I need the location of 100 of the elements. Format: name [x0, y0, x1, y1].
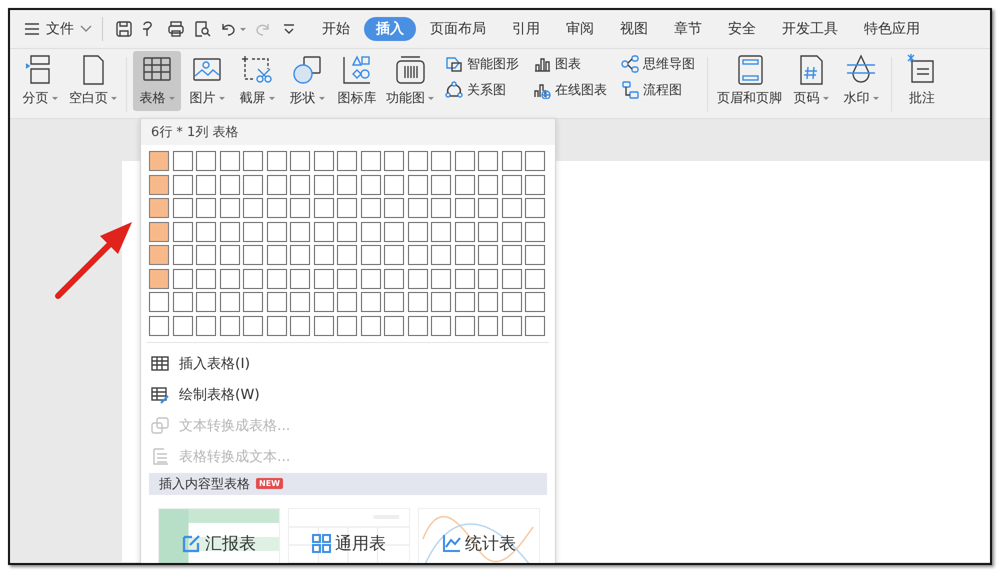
grid-cell[interactable] — [525, 268, 545, 288]
ribbon-button[interactable]: 空白页 — [66, 51, 120, 111]
grid-cell[interactable] — [149, 268, 169, 288]
grid-cell[interactable] — [478, 292, 498, 312]
grid-cell[interactable] — [243, 245, 263, 265]
grid-cell[interactable] — [149, 245, 169, 265]
grid-cell[interactable] — [384, 316, 404, 336]
grid-cell[interactable] — [243, 316, 263, 336]
ribbon-button[interactable]: 图标库 — [333, 51, 381, 111]
grid-cell[interactable] — [220, 316, 240, 336]
menu-item[interactable]: 绘制表格(W) — [141, 380, 555, 410]
grid-cell[interactable] — [266, 292, 286, 312]
grid-cell[interactable] — [172, 174, 192, 194]
grid-cell[interactable] — [196, 198, 216, 218]
grid-cell[interactable] — [454, 245, 474, 265]
grid-cell[interactable] — [525, 222, 545, 242]
grid-cell[interactable] — [431, 151, 451, 171]
ribbon-button[interactable]: 截屏 — [233, 51, 281, 111]
grid-cell[interactable] — [408, 151, 428, 171]
grid-cell[interactable] — [220, 174, 240, 194]
grid-cell[interactable] — [196, 222, 216, 242]
grid-cell[interactable] — [384, 292, 404, 312]
grid-cell[interactable] — [502, 245, 522, 265]
ribbon-button[interactable]: 图表 — [533, 55, 607, 73]
grid-cell[interactable] — [384, 222, 404, 242]
grid-cell[interactable] — [149, 316, 169, 336]
grid-cell[interactable] — [172, 222, 192, 242]
grid-cell[interactable] — [454, 198, 474, 218]
ribbon-button[interactable]: 页眉和页脚 — [714, 51, 785, 111]
template-card[interactable]: 统计表 — [418, 508, 540, 563]
grid-cell[interactable] — [337, 268, 357, 288]
grid-cell[interactable] — [525, 198, 545, 218]
grid-cell[interactable] — [431, 316, 451, 336]
grid-cell[interactable] — [149, 198, 169, 218]
grid-cell[interactable] — [408, 268, 428, 288]
grid-cell[interactable] — [478, 268, 498, 288]
grid-cell[interactable] — [314, 268, 334, 288]
grid-cell[interactable] — [360, 174, 380, 194]
grid-cell[interactable] — [290, 151, 310, 171]
ribbon-button[interactable]: 思维导图 — [621, 55, 695, 73]
grid-cell[interactable] — [266, 245, 286, 265]
grid-cell[interactable] — [502, 268, 522, 288]
grid-cell[interactable] — [384, 268, 404, 288]
grid-cell[interactable] — [337, 198, 357, 218]
grid-cell[interactable] — [290, 268, 310, 288]
grid-cell[interactable] — [196, 316, 216, 336]
grid-cell[interactable] — [502, 151, 522, 171]
grid-cell[interactable] — [243, 151, 263, 171]
grid-cell[interactable] — [290, 245, 310, 265]
grid-cell[interactable] — [525, 174, 545, 194]
grid-cell[interactable] — [220, 198, 240, 218]
grid-cell[interactable] — [360, 151, 380, 171]
grid-cell[interactable] — [360, 198, 380, 218]
grid-cell[interactable] — [266, 174, 286, 194]
grid-cell[interactable] — [172, 292, 192, 312]
grid-cell[interactable] — [243, 292, 263, 312]
ribbon-button[interactable]: 水印 — [837, 51, 885, 111]
grid-cell[interactable] — [266, 268, 286, 288]
grid-cell[interactable] — [454, 174, 474, 194]
grid-cell[interactable] — [360, 268, 380, 288]
grid-cell[interactable] — [360, 222, 380, 242]
ribbon-button[interactable]: 形状 — [283, 51, 331, 111]
grid-cell[interactable] — [384, 245, 404, 265]
grid-cell[interactable] — [196, 174, 216, 194]
menu-tab[interactable]: 开始 — [310, 17, 362, 41]
grid-cell[interactable] — [266, 222, 286, 242]
grid-cell[interactable] — [502, 174, 522, 194]
grid-cell[interactable] — [478, 174, 498, 194]
grid-cell[interactable] — [314, 245, 334, 265]
grid-cell[interactable] — [196, 292, 216, 312]
grid-cell[interactable] — [431, 198, 451, 218]
grid-cell[interactable] — [454, 268, 474, 288]
grid-cell[interactable] — [243, 222, 263, 242]
ribbon-button[interactable]: 流程图 — [621, 81, 695, 99]
menu-tab[interactable]: 视图 — [608, 17, 660, 41]
grid-cell[interactable] — [384, 198, 404, 218]
grid-cell[interactable] — [314, 316, 334, 336]
grid-cell[interactable] — [478, 198, 498, 218]
grid-cell[interactable] — [525, 245, 545, 265]
grid-cell[interactable] — [172, 316, 192, 336]
grid-cell[interactable] — [431, 222, 451, 242]
grid-cell[interactable] — [172, 198, 192, 218]
grid-cell[interactable] — [196, 151, 216, 171]
grid-cell[interactable] — [431, 245, 451, 265]
grid-cell[interactable] — [384, 151, 404, 171]
grid-cell[interactable] — [266, 316, 286, 336]
ribbon-button[interactable]: 功能图 — [383, 51, 437, 111]
grid-cell[interactable] — [360, 316, 380, 336]
grid-cell[interactable] — [337, 151, 357, 171]
print-preview-icon[interactable] — [193, 20, 211, 38]
grid-cell[interactable] — [314, 222, 334, 242]
grid-cell[interactable] — [290, 292, 310, 312]
grid-cell[interactable] — [266, 198, 286, 218]
grid-cell[interactable] — [149, 174, 169, 194]
grid-cell[interactable] — [172, 245, 192, 265]
grid-cell[interactable] — [384, 174, 404, 194]
menu-item[interactable]: 插入表格(I) — [141, 348, 555, 380]
grid-cell[interactable] — [431, 292, 451, 312]
grid-cell[interactable] — [172, 151, 192, 171]
ribbon-button[interactable]: 页码 — [787, 51, 835, 111]
